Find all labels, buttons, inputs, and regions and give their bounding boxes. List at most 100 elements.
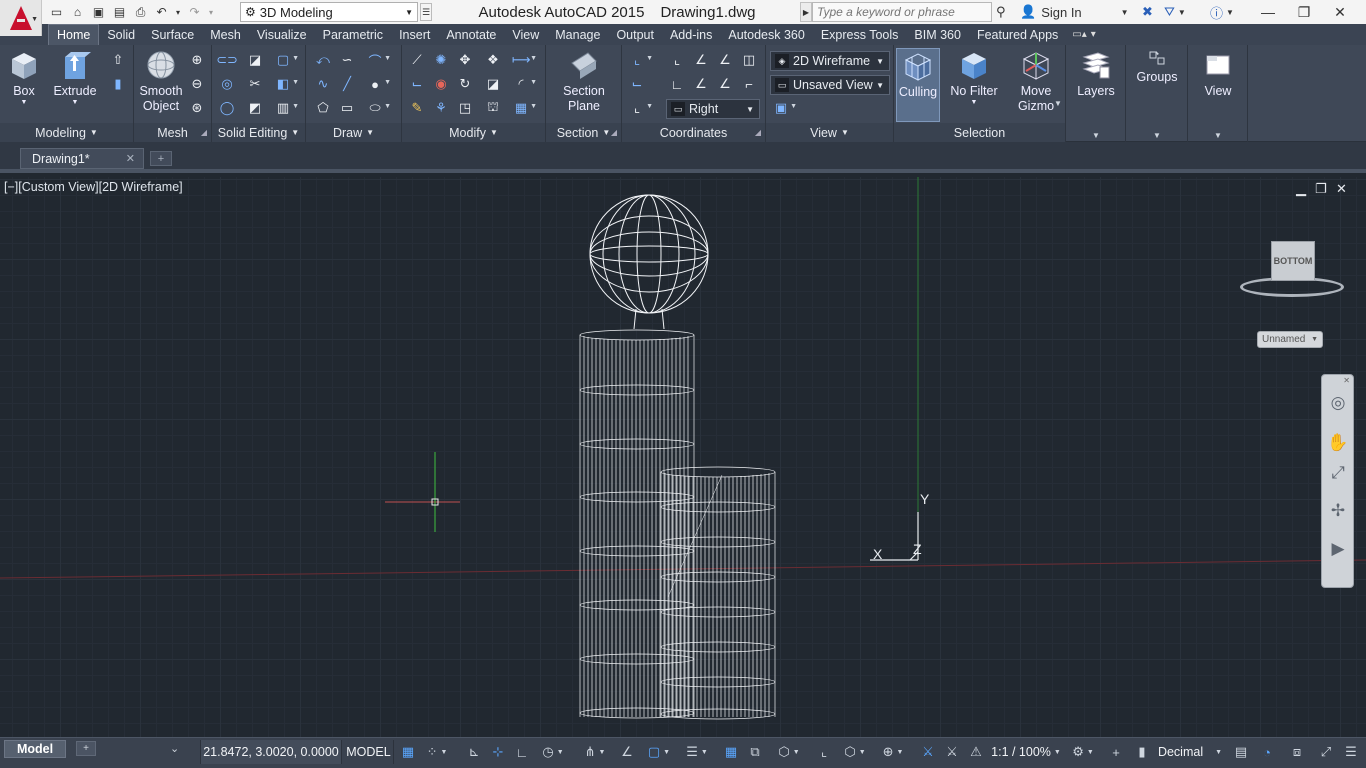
undo-dropdown-icon[interactable]: ▾ xyxy=(174,4,182,21)
pan-hand-icon[interactable]: ✋ xyxy=(1326,431,1350,455)
extend-icon[interactable]: ⟼ ▼ xyxy=(512,51,537,69)
tab-bim-360[interactable]: BIM 360 xyxy=(906,24,969,45)
extract-edges-icon[interactable]: ▢ ▼ xyxy=(274,51,299,69)
isolate-objects-icon[interactable]: ⧈ xyxy=(1286,742,1308,762)
viewcube-face[interactable]: BOTTOM xyxy=(1271,241,1315,281)
panel-title-modify[interactable]: Modify ▼ xyxy=(402,123,545,142)
ucs-origin-icon[interactable]: ⌙ xyxy=(628,75,646,93)
intersect-icon[interactable]: ◯ xyxy=(218,99,236,117)
application-menu-button[interactable]: ▼ xyxy=(0,0,42,36)
smooth-less-icon[interactable]: ⊖ xyxy=(188,75,206,93)
restore-icon[interactable]: ❐ xyxy=(1286,0,1322,24)
search-input[interactable] xyxy=(812,2,992,22)
steering-wheel-icon[interactable]: ◎ xyxy=(1326,391,1350,415)
clean-screen-icon[interactable]: ⤢ xyxy=(1316,742,1336,762)
panel-title-selection[interactable]: Selection xyxy=(894,123,1065,142)
minimize-icon[interactable]: — xyxy=(1250,0,1286,24)
isometric-drafting-icon[interactable]: ⋔ ▼ xyxy=(578,742,612,762)
panel-title-mesh[interactable]: Mesh ◢ xyxy=(134,123,211,142)
new-file-icon[interactable]: ▭ xyxy=(48,4,65,21)
erase-icon[interactable]: ✎ xyxy=(408,99,426,117)
drawing-canvas[interactable]: [−][Custom View][2D Wireframe] ▁ ❐ ✕ Y X… xyxy=(0,177,1366,737)
ucs-view-icon[interactable]: ⌐ xyxy=(740,75,758,93)
chevron-down-icon[interactable]: ▼ xyxy=(1153,131,1161,140)
mirror-3d-icon[interactable]: ⚘ xyxy=(432,99,450,117)
ucs-y-icon[interactable]: ∠ xyxy=(716,51,734,69)
smooth-object-small-icon[interactable]: ▮ xyxy=(109,75,127,93)
file-tab-drawing1[interactable]: Drawing1* ✕ xyxy=(20,148,144,169)
add-layout-button[interactable]: + xyxy=(76,741,96,756)
chevron-down-double-icon[interactable]: ⌄ xyxy=(170,742,179,755)
ribbon-display-toggle[interactable]: ▭▴ ▾ xyxy=(1066,24,1096,45)
new-drawing-tab-button[interactable]: + xyxy=(150,151,172,166)
tab-add-ins[interactable]: Add-ins xyxy=(662,24,720,45)
stay-connected-icon[interactable]: ⛛ ▼ xyxy=(1164,2,1186,22)
workspace-selector[interactable]: ⚙ 3D Modeling ▼ xyxy=(240,2,418,22)
tab-visualize[interactable]: Visualize xyxy=(249,24,315,45)
help-icon[interactable]: ⓘ ▼ xyxy=(1210,2,1234,22)
named-view-select[interactable]: ▭ Unsaved View ▼ xyxy=(770,75,890,95)
extrude-faces-icon[interactable]: ◧ ▼ xyxy=(274,75,299,93)
copy-icon[interactable]: ❖ xyxy=(484,51,502,69)
interfere-icon[interactable]: ✂ xyxy=(246,75,264,93)
chevron-down-icon[interactable]: ▼ xyxy=(1214,131,1222,140)
tab-annotate[interactable]: Annotate xyxy=(438,24,504,45)
viewcube[interactable]: BOTTOM xyxy=(1236,239,1346,303)
subtract-icon[interactable]: ◎ xyxy=(218,75,236,93)
layers-button[interactable]: Layers xyxy=(1072,48,1120,99)
close-icon[interactable]: ✕ xyxy=(1343,376,1350,385)
rectangle-icon[interactable]: ▭ xyxy=(338,99,356,117)
tab-mesh[interactable]: Mesh xyxy=(202,24,249,45)
offset-icon[interactable]: ⛫ xyxy=(484,99,502,117)
tab-parametric[interactable]: Parametric xyxy=(315,24,391,45)
arc-icon[interactable]: ⌒ ▼ xyxy=(366,51,391,69)
polygon-icon[interactable]: ⬠ xyxy=(314,99,332,117)
snap-mode-icon[interactable]: ⁘ ▼ xyxy=(422,742,452,762)
quick-properties-icon[interactable]: ▤ xyxy=(1232,742,1250,762)
dialog-launcher-icon[interactable]: ◢ xyxy=(611,128,617,137)
scale-icon[interactable]: ◳ xyxy=(456,99,474,117)
dialog-launcher-icon[interactable]: ◢ xyxy=(755,128,761,137)
chevron-right-icon[interactable]: ▶ xyxy=(800,2,812,22)
panel-title-solid-editing[interactable]: Solid Editing ▼ xyxy=(212,123,305,142)
separate-icon[interactable]: ▥ ▼ xyxy=(274,99,299,117)
transparency-icon[interactable]: ▦ xyxy=(722,742,740,762)
redo-icon[interactable]: ↷ xyxy=(186,4,203,21)
units-select[interactable]: Decimal ▼ xyxy=(1152,742,1228,762)
object-snap-icon[interactable]: ▢ ▼ xyxy=(642,742,676,762)
panel-title-section[interactable]: Section ▼ ◢ xyxy=(546,123,621,142)
tab-view[interactable]: View xyxy=(504,24,547,45)
ucs-x-icon[interactable]: ∠ xyxy=(692,51,710,69)
save-icon[interactable]: ▣ xyxy=(90,4,107,21)
close-icon[interactable]: ✕ xyxy=(126,152,135,165)
selection-filtering-icon[interactable]: ⬡ ▼ xyxy=(838,742,872,762)
tab-featured-apps[interactable]: Featured Apps xyxy=(969,24,1066,45)
viewport-config-icon[interactable]: ▣ ▼ xyxy=(772,99,797,117)
rotate-3d-icon[interactable]: ✺ xyxy=(432,51,450,69)
customize-qat-button[interactable]: ☰ xyxy=(420,3,432,21)
binoculars-icon[interactable]: ⚲ xyxy=(996,2,1006,22)
tab-express-tools[interactable]: Express Tools xyxy=(813,24,907,45)
align-3d-icon[interactable]: ⌙ xyxy=(408,75,426,93)
slice-icon[interactable]: ◪ xyxy=(246,51,264,69)
ellipse-icon[interactable]: ⬭ ▼ xyxy=(366,99,391,117)
no-filter-button[interactable]: No Filter ▼ xyxy=(946,48,1002,107)
presspull-icon[interactable]: ⇧ xyxy=(109,51,127,69)
tab-home[interactable]: Home xyxy=(48,24,100,45)
ortho-mode-icon[interactable]: ∟ xyxy=(512,742,532,762)
showmotion-icon[interactable]: ▶ xyxy=(1326,537,1350,561)
print-icon[interactable]: ⎙ xyxy=(132,4,149,21)
zoom-extents-icon[interactable]: ⤢ xyxy=(1326,461,1350,485)
annotation-scale-value[interactable]: 1:1 / 100% ▼ xyxy=(990,742,1062,762)
polyline-icon[interactable]: ⤺ xyxy=(314,51,332,69)
coordinate-readout[interactable]: 21.8472, 3.0020, 0.0000 xyxy=(200,740,342,764)
open-folder-icon[interactable]: ⌂ xyxy=(69,4,86,21)
move-icon[interactable]: ✥ xyxy=(456,51,474,69)
customization-menu-icon[interactable]: ☰ xyxy=(1340,742,1362,762)
spline-icon[interactable]: ∿ xyxy=(314,75,332,93)
tab-surface[interactable]: Surface xyxy=(143,24,202,45)
orbit-icon[interactable]: ✢ xyxy=(1326,499,1350,523)
ucs-named-icon[interactable]: ⌞ ▼ xyxy=(628,99,653,117)
tab-insert[interactable]: Insert xyxy=(391,24,438,45)
smooth-more-icon[interactable]: ⊕ xyxy=(188,51,206,69)
